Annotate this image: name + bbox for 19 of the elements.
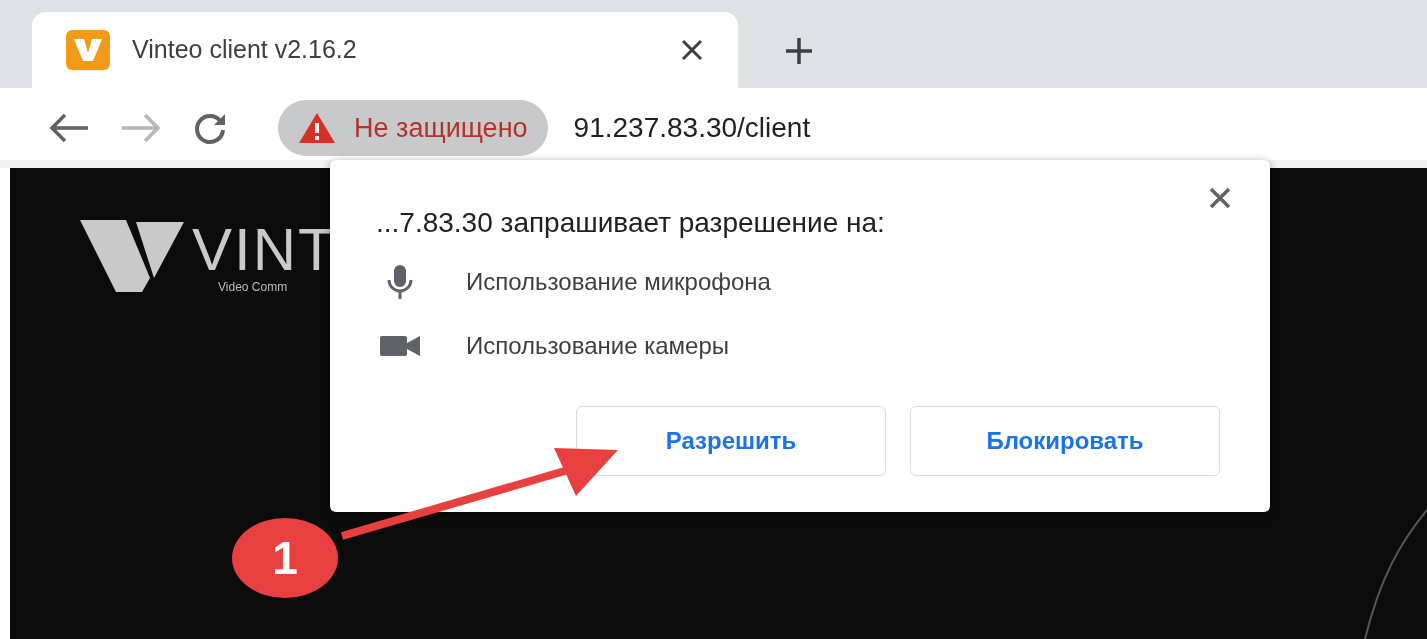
new-tab-icon[interactable] (784, 36, 814, 66)
block-button[interactable]: Блокировать (910, 406, 1220, 476)
url-text[interactable]: 91.237.83.30/client (573, 107, 811, 149)
close-icon[interactable] (680, 38, 704, 62)
logo-text: VINT (192, 220, 337, 280)
permission-label: Использование камеры (466, 331, 729, 361)
logo-mark-icon (80, 220, 184, 292)
app-logo-icon (66, 30, 110, 70)
close-icon[interactable] (1208, 186, 1232, 210)
tab-title: Vinteo client v2.16.2 (132, 34, 358, 66)
logo-tagline: Video Comm (218, 280, 288, 294)
browser-tab[interactable]: Vinteo client v2.16.2 (32, 12, 738, 88)
permission-label: Использование микрофона (466, 267, 771, 297)
security-chip[interactable]: Не защищено (278, 100, 548, 156)
allow-button[interactable]: Разрешить (576, 406, 886, 476)
dialog-title: ...7.83.30 запрашивает разрешение на: (376, 206, 885, 240)
warning-icon (298, 112, 336, 144)
security-label: Не защищено (354, 111, 528, 145)
back-arrow-icon[interactable] (48, 113, 90, 143)
